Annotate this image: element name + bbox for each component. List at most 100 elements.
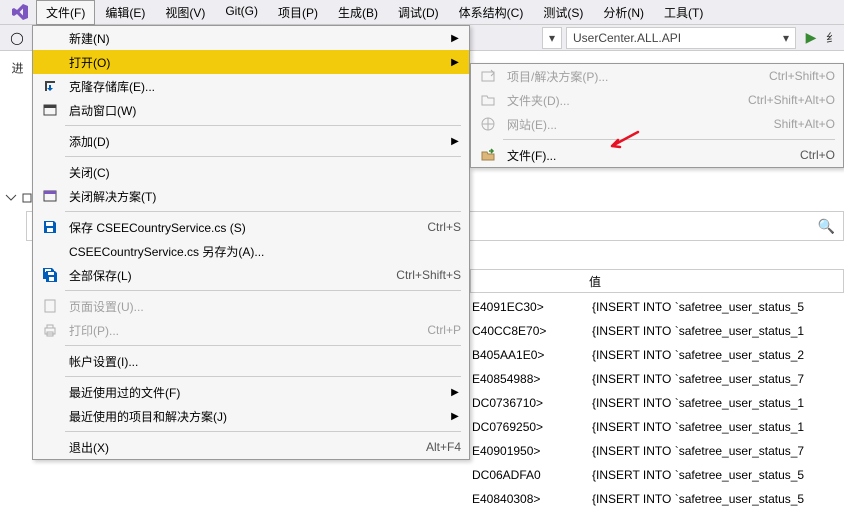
submenu-arrow-icon: ▶ bbox=[449, 387, 461, 398]
file-menu-item[interactable]: CSEECountryService.cs 另存为(A)... bbox=[33, 239, 469, 263]
vs-logo-icon bbox=[10, 2, 30, 22]
blank-icon bbox=[37, 52, 63, 72]
open-submenu-item: 文件夹(D)...Ctrl+Shift+Alt+O bbox=[471, 88, 843, 112]
menu-item-label: 关闭解决方案(T) bbox=[63, 188, 461, 205]
menu-item-label: 克隆存储库(E)... bbox=[63, 78, 461, 95]
menu-item[interactable]: 编辑(E) bbox=[95, 0, 155, 25]
open-submenu-item: 网站(E)...Shift+Alt+O bbox=[471, 112, 843, 136]
table-row[interactable]: E40901950>{INSERT INTO `safetree_user_st… bbox=[470, 439, 844, 463]
file-menu-item[interactable]: 打开(O)▶ bbox=[33, 50, 469, 74]
blank-icon bbox=[37, 351, 63, 371]
cell-value: {INSERT INTO `safetree_user_status_5 bbox=[592, 300, 804, 314]
menu-separator bbox=[65, 156, 461, 157]
column-value-header: 值 bbox=[589, 273, 601, 290]
menu-item[interactable]: 调试(D) bbox=[388, 0, 449, 25]
page-icon bbox=[37, 296, 63, 316]
menubar: 文件(F)编辑(E)视图(V)Git(G)项目(P)生成(B)调试(D)体系结构… bbox=[0, 0, 844, 25]
menu-item-label: 退出(X) bbox=[63, 439, 406, 456]
start-debug-button[interactable]: ▶ bbox=[800, 27, 822, 49]
cell-value: {INSERT INTO `safetree_user_status_5 bbox=[592, 468, 804, 482]
menu-item[interactable]: 体系结构(C) bbox=[449, 0, 534, 25]
table-row[interactable]: B405AA1E0>{INSERT INTO `safetree_user_st… bbox=[470, 343, 844, 367]
blank-icon bbox=[37, 162, 63, 182]
open-submenu-item: 项目/解决方案(P)...Ctrl+Shift+O bbox=[471, 64, 843, 88]
menu-item[interactable]: 项目(P) bbox=[268, 0, 328, 25]
data-table-body: E4091EC30>{INSERT INTO `safetree_user_st… bbox=[470, 295, 844, 511]
table-row[interactable]: C40CC8E70>{INSERT INTO `safetree_user_st… bbox=[470, 319, 844, 343]
menu-item[interactable]: 文件(F) bbox=[36, 0, 95, 25]
menu-item-label: 页面设置(U)... bbox=[63, 298, 461, 315]
data-table-header: 值 bbox=[470, 269, 844, 293]
red-arrow-annotation bbox=[606, 130, 640, 150]
menu-item-shortcut: Ctrl+O bbox=[780, 148, 835, 162]
web-icon bbox=[475, 114, 501, 134]
menu-item[interactable]: 工具(T) bbox=[654, 0, 713, 25]
menu-item[interactable]: 测试(S) bbox=[533, 0, 593, 25]
menu-item[interactable]: 生成(B) bbox=[328, 0, 388, 25]
menu-item[interactable]: 分析(N) bbox=[593, 0, 654, 25]
blank-icon bbox=[37, 382, 63, 402]
blank-icon bbox=[37, 241, 63, 261]
submenu-arrow-icon: ▶ bbox=[449, 411, 461, 422]
file-menu-item[interactable]: 帐户设置(I)... bbox=[33, 349, 469, 373]
cell-address: DC06ADFA0 bbox=[472, 468, 592, 482]
menu-item-shortcut: Ctrl+Shift+O bbox=[749, 69, 835, 83]
file-menu-item[interactable]: 最近使用过的文件(F)▶ bbox=[33, 380, 469, 404]
save-icon bbox=[37, 217, 63, 237]
table-row[interactable]: DC0769250>{INSERT INTO `safetree_user_st… bbox=[470, 415, 844, 439]
file-menu-item[interactable]: 新建(N)▶ bbox=[33, 26, 469, 50]
cell-address: E4091EC30> bbox=[472, 300, 592, 314]
table-row[interactable]: DC06ADFA0{INSERT INTO `safetree_user_sta… bbox=[470, 463, 844, 487]
menu-item-label: 打开(O) bbox=[63, 54, 449, 71]
submenu-arrow-icon: ▶ bbox=[449, 33, 461, 44]
cell-value: {INSERT INTO `safetree_user_status_7 bbox=[592, 444, 804, 458]
menu-item-label: 文件(F)... bbox=[501, 147, 780, 164]
table-row[interactable]: DC0736710>{INSERT INTO `safetree_user_st… bbox=[470, 391, 844, 415]
clone-icon bbox=[37, 76, 63, 96]
menu-item-shortcut: Ctrl+Shift+S bbox=[376, 268, 461, 282]
cell-address: E40854988> bbox=[472, 372, 592, 386]
close-sln-icon bbox=[37, 186, 63, 206]
project-selector[interactable]: UserCenter.ALL.API ▾ bbox=[566, 27, 796, 49]
collapse-icon[interactable] bbox=[4, 191, 18, 205]
cell-address: DC0736710> bbox=[472, 396, 592, 410]
menu-item-label: 项目/解决方案(P)... bbox=[501, 68, 749, 85]
menu-item-label: 保存 CSEECountryService.cs (S) bbox=[63, 219, 407, 236]
search-icon: 🔍 bbox=[818, 218, 835, 235]
menu-item-label: 关闭(C) bbox=[63, 164, 461, 181]
menu-item[interactable]: 视图(V) bbox=[155, 0, 215, 25]
open-submenu-item[interactable]: 文件(F)...Ctrl+O bbox=[471, 143, 843, 167]
table-row[interactable]: E40854988>{INSERT INTO `safetree_user_st… bbox=[470, 367, 844, 391]
print-icon bbox=[37, 320, 63, 340]
cell-value: {INSERT INTO `safetree_user_status_1 bbox=[592, 324, 804, 338]
menu-item-label: 添加(D) bbox=[63, 133, 449, 150]
submenu-arrow-icon: ▶ bbox=[449, 57, 461, 68]
file-menu-item[interactable]: 关闭(C) bbox=[33, 160, 469, 184]
file-menu-item[interactable]: 保存 CSEECountryService.cs (S)Ctrl+S bbox=[33, 215, 469, 239]
file-menu-item[interactable]: 添加(D)▶ bbox=[33, 129, 469, 153]
blank-icon bbox=[37, 406, 63, 426]
file-menu-item[interactable]: 关闭解决方案(T) bbox=[33, 184, 469, 208]
menu-item[interactable]: Git(G) bbox=[215, 0, 268, 25]
cell-address: C40CC8E70> bbox=[472, 324, 592, 338]
file-menu-item[interactable]: 退出(X)Alt+F4 bbox=[33, 435, 469, 459]
file-menu-item[interactable]: 启动窗口(W) bbox=[33, 98, 469, 122]
blank-icon bbox=[37, 437, 63, 457]
cell-value: {INSERT INTO `safetree_user_status_7 bbox=[592, 372, 804, 386]
menu-item-label: 帐户设置(I)... bbox=[63, 353, 461, 370]
menu-item-shortcut: Alt+F4 bbox=[406, 440, 461, 454]
cell-address: B405AA1E0> bbox=[472, 348, 592, 362]
file-menu: 新建(N)▶打开(O)▶克隆存储库(E)...启动窗口(W)添加(D)▶关闭(C… bbox=[32, 25, 470, 460]
toolbar-back-icon[interactable]: ◯ bbox=[6, 27, 28, 49]
table-row[interactable]: E40840308>{INSERT INTO `safetree_user_st… bbox=[470, 487, 844, 511]
file-menu-item[interactable]: 全部保存(L)Ctrl+Shift+S bbox=[33, 263, 469, 287]
toolbar-dropdown-small[interactable]: ▾ bbox=[542, 27, 562, 49]
file-menu-item[interactable]: 最近使用的项目和解决方案(J)▶ bbox=[33, 404, 469, 428]
menu-separator bbox=[65, 345, 461, 346]
blank-icon bbox=[37, 28, 63, 48]
start-label: 纟 bbox=[826, 29, 838, 46]
menu-item-shortcut: Ctrl+Shift+Alt+O bbox=[728, 93, 835, 107]
file-menu-item[interactable]: 克隆存储库(E)... bbox=[33, 74, 469, 98]
menu-item-shortcut: Ctrl+S bbox=[407, 220, 461, 234]
table-row[interactable]: E4091EC30>{INSERT INTO `safetree_user_st… bbox=[470, 295, 844, 319]
